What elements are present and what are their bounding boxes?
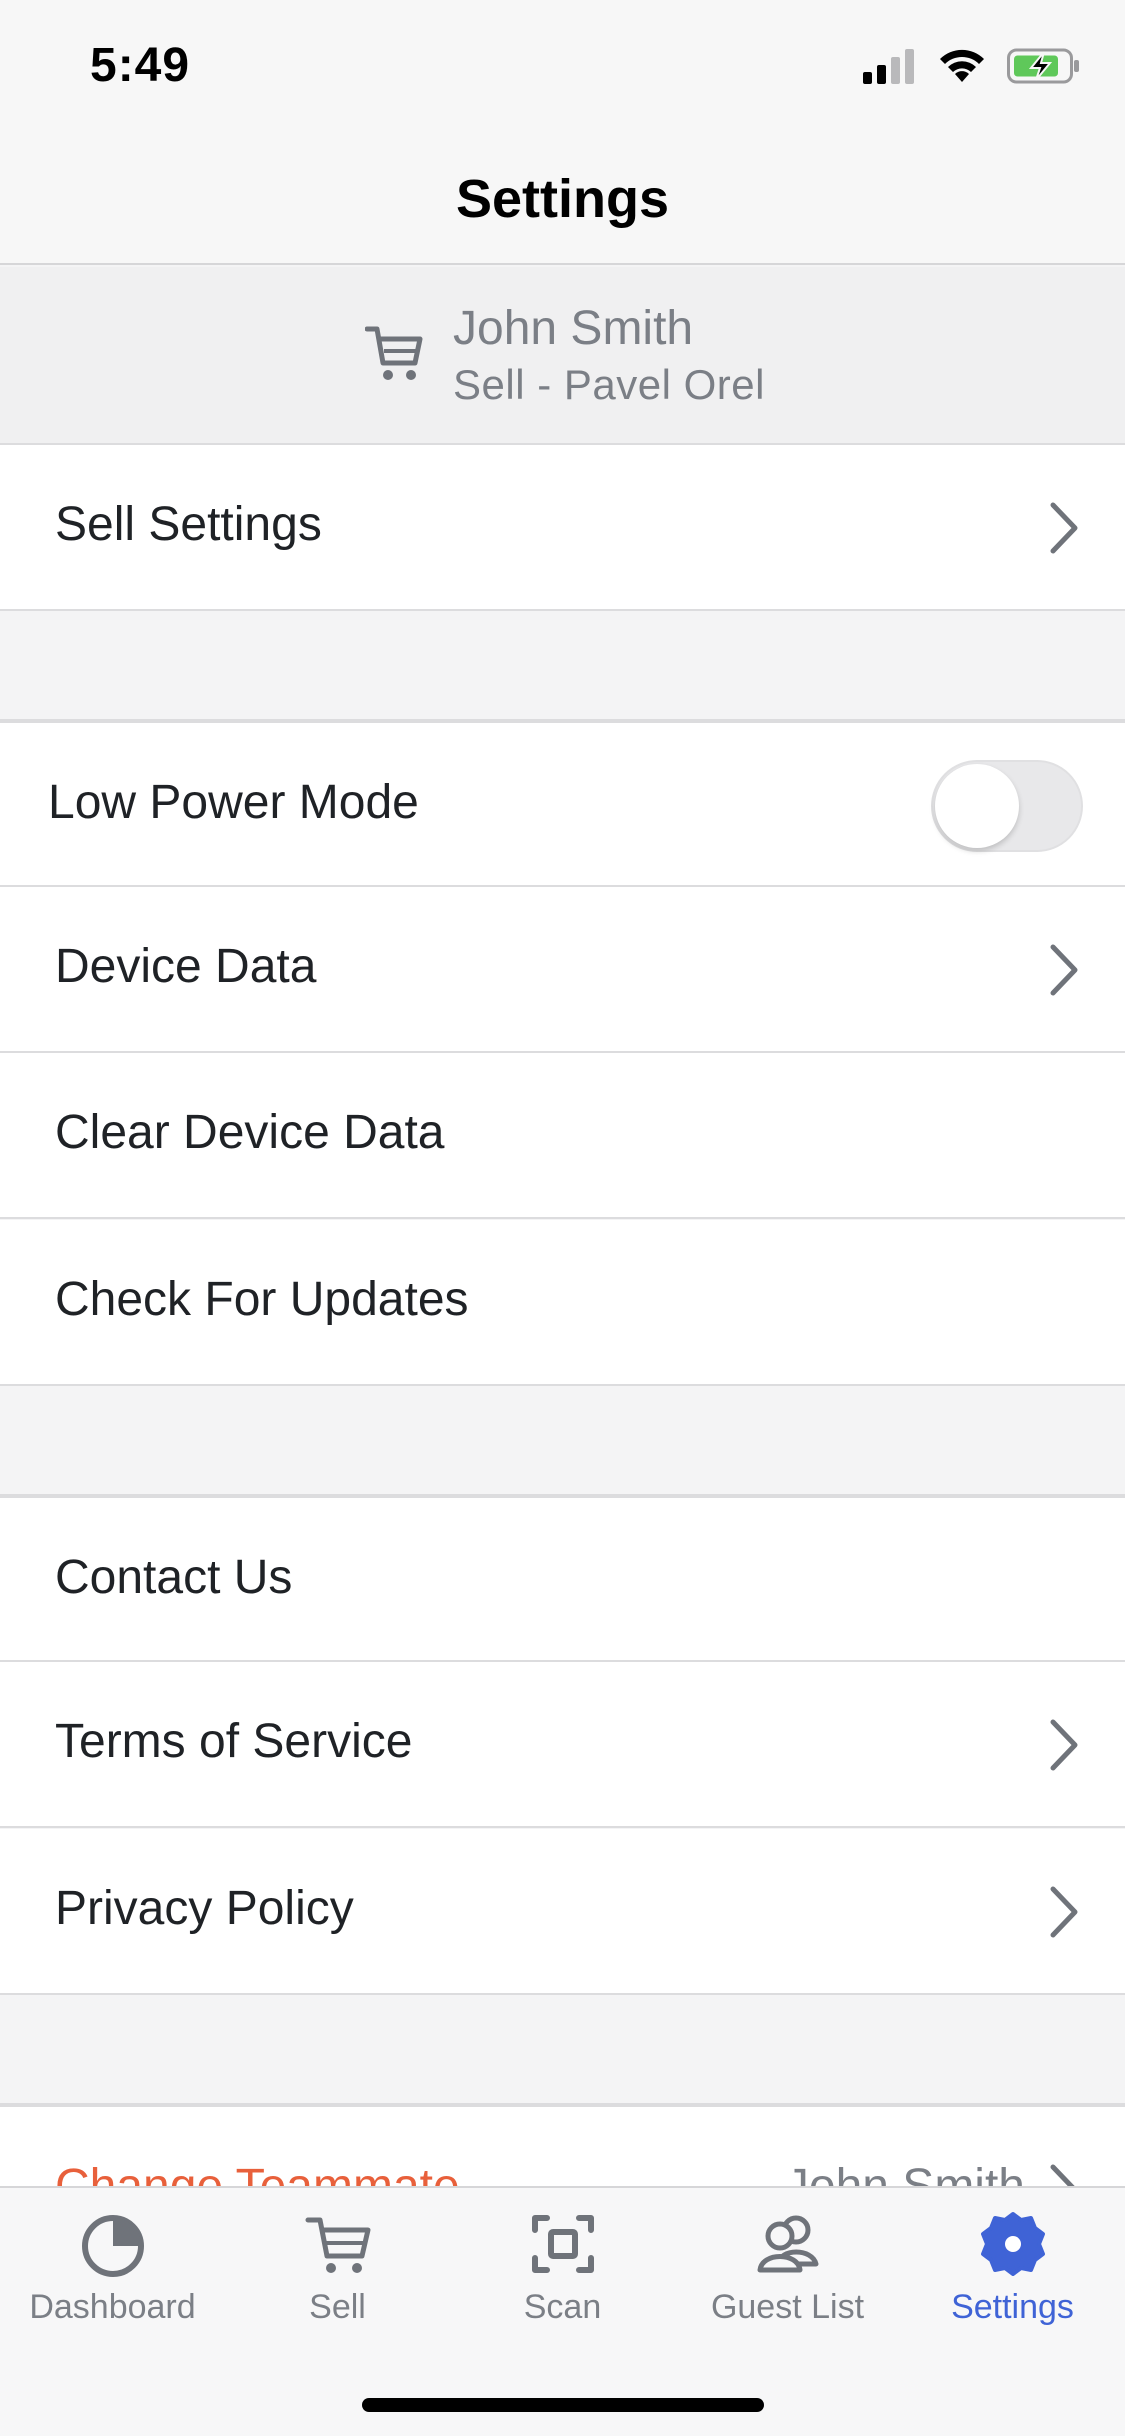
clear-device-data-row[interactable]: Clear Device Data [0,1053,1125,1219]
tab-label: Dashboard [29,2288,196,2326]
terms-of-service-label: Terms of Service [55,1715,413,1768]
terms-of-service-row[interactable]: Terms of Service [0,1662,1125,1828]
low-power-mode-row: Low Power Mode [0,721,1125,887]
battery-charging-icon [1007,48,1079,84]
low-power-mode-label: Low Power Mode [48,776,419,829]
chevron-right-icon [1050,1886,1078,1938]
account-name: John Smith [453,302,694,355]
section-spacer [0,1386,1125,1496]
check-for-updates-label: Check For Updates [55,1273,469,1326]
tab-label: Scan [523,2288,602,2326]
home-indicator[interactable] [362,2398,764,2412]
scan-icon [531,2215,594,2273]
tab-scan[interactable]: Scan [450,2208,675,2368]
tab-label: Sell [309,2288,366,2326]
cart-icon [305,2217,370,2273]
section-spacer [0,1995,1125,2105]
status-bar: 5:49 [0,0,1125,132]
device-data-row[interactable]: Device Data [0,887,1125,1053]
guests-icon [757,2215,818,2273]
cart-icon [365,326,423,380]
tab-bar: Dashboard Sell Scan Guest List Settings [0,2186,1125,2436]
check-for-updates-row[interactable]: Check For Updates [0,1220,1125,1386]
low-power-mode-toggle[interactable] [931,760,1083,852]
account-header: John Smith Sell - Pavel Orel [0,267,1125,445]
section-spacer [0,611,1125,721]
chevron-right-icon [1050,1719,1078,1771]
toggle-knob [935,764,1019,848]
wifi-icon [940,49,984,82]
chevron-right-icon [1050,502,1078,554]
gear-icon [980,2212,1045,2276]
tab-guest-list[interactable]: Guest List [675,2208,900,2368]
pie-chart-icon [81,2215,144,2277]
settings-screen: 5:49 Settings John Smith Sell - Pavel Or… [0,0,1125,2436]
page-title: Settings [455,169,670,229]
status-time: 5:49 [90,39,191,92]
tab-settings[interactable]: Settings [900,2208,1125,2368]
tab-label: Guest List [710,2288,865,2326]
sell-settings-label: Sell Settings [55,498,322,551]
tab-label: Settings [951,2288,1074,2326]
cellular-signal-icon [863,49,914,84]
contact-us-row[interactable]: Contact Us [0,1496,1125,1662]
clear-device-data-label: Clear Device Data [55,1106,445,1159]
navigation-bar: Settings [0,132,1125,265]
sell-settings-row[interactable]: Sell Settings [0,445,1125,611]
status-icons [863,48,1081,84]
privacy-policy-row[interactable]: Privacy Policy [0,1829,1125,1995]
tab-sell[interactable]: Sell [225,2208,450,2368]
device-data-label: Device Data [55,940,317,993]
tab-dashboard[interactable]: Dashboard [0,2208,225,2368]
chevron-right-icon [1050,944,1078,996]
account-subtitle: Sell - Pavel Orel [453,361,765,408]
privacy-policy-label: Privacy Policy [55,1882,354,1935]
contact-us-label: Contact Us [55,1551,293,1604]
